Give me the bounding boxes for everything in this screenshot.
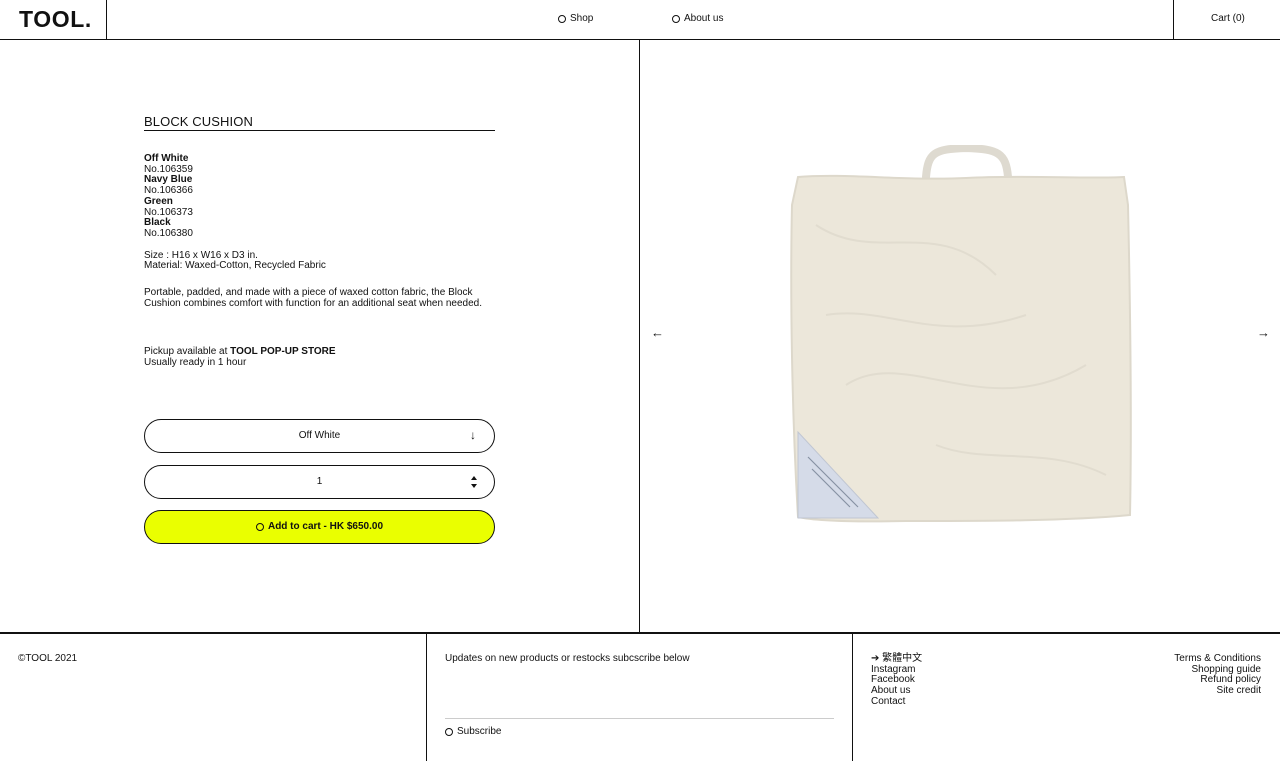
- site-logo[interactable]: TOOL.: [19, 7, 92, 31]
- nav-shop-link[interactable]: Shop: [558, 13, 594, 25]
- pickup-info: Pickup available at TOOL POP-UP STORE Us…: [144, 346, 336, 368]
- circle-icon: [445, 728, 453, 737]
- variant-select[interactable]: Off White ↓: [144, 419, 495, 453]
- site-footer: ©TOOL 2021 Updates on new products or re…: [0, 632, 1280, 761]
- content-divider: [639, 40, 640, 632]
- subscribe-label: Subscribe: [457, 726, 502, 737]
- product-info: BLOCK CUSHION Off White No.106359 Navy B…: [144, 115, 495, 309]
- variant-name: Off White: [144, 153, 189, 164]
- pickup-time: Usually ready in 1 hour: [144, 356, 247, 368]
- circle-icon: [558, 15, 566, 24]
- circle-icon: [255, 523, 264, 531]
- copyright: ©TOOL 2021: [18, 653, 78, 664]
- pickup-store: TOOL POP-UP STORE: [230, 346, 336, 357]
- nav-about-link[interactable]: About us: [672, 13, 724, 25]
- circle-icon: [672, 15, 680, 24]
- header-divider: [106, 0, 107, 40]
- variant-list: Off White No.106359 Navy Blue No.106366 …: [144, 153, 495, 240]
- cart-link[interactable]: Cart (0): [1211, 13, 1245, 25]
- stepper-icon[interactable]: [470, 475, 478, 489]
- add-to-cart-button[interactable]: Add to cart - HK $650.00: [144, 510, 495, 544]
- product-specs: Size : H16 x W16 x D3 in. Material: Waxe…: [144, 250, 495, 272]
- product-description: Portable, padded, and made with a piece …: [144, 287, 482, 309]
- header-divider: [1173, 0, 1174, 40]
- variant-name: Black: [144, 217, 171, 229]
- legal-links: Terms & Conditions Shopping guide Refund…: [1174, 653, 1261, 697]
- variant-number: No.106380: [144, 227, 193, 239]
- quantity-value: 1: [316, 475, 323, 487]
- variant-select-value: Off White: [298, 429, 341, 441]
- gallery-prev-button[interactable]: ←: [651, 326, 664, 339]
- variant-number: No.106373: [144, 206, 193, 218]
- product-image: [790, 145, 1132, 523]
- variant-number: No.106359: [144, 163, 193, 175]
- site-header: TOOL. Shop About us Cart (0): [0, 0, 1280, 40]
- gallery-next-button[interactable]: →: [1257, 326, 1270, 339]
- pickup-prefix: Pickup available at: [144, 346, 228, 357]
- product-title: BLOCK CUSHION: [144, 115, 495, 131]
- contact-link[interactable]: Contact: [871, 696, 922, 708]
- add-to-cart-label: Add to cart - HK $650.00: [267, 520, 384, 532]
- site-credit-link[interactable]: Site credit: [1174, 685, 1261, 697]
- variant-name: Navy Blue: [144, 174, 193, 186]
- nav-about-label: About us: [684, 13, 724, 24]
- footer-divider: [852, 634, 853, 761]
- footer-divider: [426, 634, 427, 761]
- variant-name: Green: [144, 195, 173, 207]
- quantity-stepper[interactable]: 1: [144, 465, 495, 499]
- arrow-down-icon: ↓: [470, 428, 476, 442]
- footer-links: ➔ 繁體中文 Instagram Facebook About us Conta…: [871, 653, 922, 708]
- nav-shop-label: Shop: [570, 13, 594, 24]
- product-material: Material: Waxed-Cotton, Recycled Fabric: [144, 260, 326, 272]
- subscribe-button[interactable]: Subscribe: [445, 726, 502, 738]
- newsletter-text: Updates on new products or restocks subc…: [445, 653, 690, 664]
- newsletter-input-line[interactable]: [445, 718, 834, 719]
- variant-number: No.106366: [144, 185, 193, 197]
